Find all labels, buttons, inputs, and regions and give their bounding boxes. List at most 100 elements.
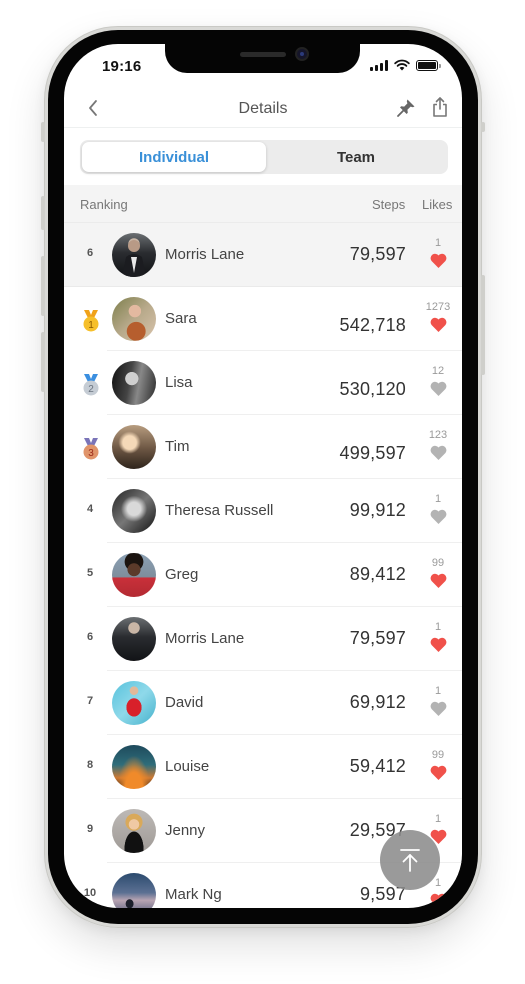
my-ranking-row[interactable]: 6 Morris Lane 79,597 1: [64, 223, 462, 287]
side-button-mute: [41, 122, 45, 142]
status-time: 19:16: [102, 58, 142, 75]
side-button-power: [481, 122, 485, 132]
status-icons: [370, 59, 441, 71]
rank-number: 8: [86, 759, 94, 771]
step-count: 499,597: [339, 443, 406, 463]
like-button[interactable]: 1: [424, 685, 452, 716]
leaderboard-row[interactable]: 3 Tim 499,597 123: [64, 415, 462, 479]
rank-number: 7: [86, 695, 94, 707]
step-count: 530,120: [339, 379, 406, 399]
avatar[interactable]: [112, 617, 156, 661]
side-button-volume-down-2: [41, 332, 45, 392]
heart-icon: [430, 317, 446, 332]
step-count: 542,718: [339, 315, 406, 335]
leaderboard-row[interactable]: 5 Greg 89,412 99: [64, 543, 462, 607]
share-icon[interactable]: [430, 96, 450, 118]
leaderboard-row[interactable]: 8 Louise 59,412 99: [64, 735, 462, 799]
leaderboard-row[interactable]: 1 Sara 542,718 1273: [64, 287, 462, 351]
side-button-power-main: [481, 275, 485, 375]
wifi-icon: [394, 59, 410, 71]
heart-icon: [430, 445, 446, 460]
heart-icon: [430, 381, 446, 396]
step-count: 69,912: [349, 692, 406, 712]
avatar[interactable]: [112, 233, 156, 277]
like-button[interactable]: 1: [424, 493, 452, 524]
like-count: 1: [434, 685, 442, 697]
like-count: 12: [431, 365, 445, 377]
user-name: Theresa Russell: [165, 502, 274, 519]
user-name: Morris Lane: [165, 630, 245, 647]
heart-icon: [430, 637, 446, 652]
rank-number: 6: [86, 631, 94, 643]
scroll-to-top-button[interactable]: [380, 830, 440, 890]
like-count: 99: [431, 749, 445, 761]
like-button[interactable]: 1273: [424, 301, 452, 332]
like-button[interactable]: 12: [424, 365, 452, 396]
heart-icon: [430, 253, 446, 268]
notch: [165, 44, 360, 73]
like-button[interactable]: 1: [424, 621, 452, 652]
battery-icon: [416, 59, 441, 71]
user-name: David: [165, 694, 204, 711]
screen: 19:16 Details Individual Team Ranking St…: [64, 44, 462, 908]
camera: [295, 47, 309, 61]
step-count: 79,597: [349, 244, 406, 264]
heart-icon: [430, 765, 446, 780]
step-count: 89,412: [349, 564, 406, 584]
heart-icon: [430, 893, 446, 908]
tab-individual[interactable]: Individual: [82, 142, 266, 172]
rank-number: 6: [86, 247, 94, 259]
like-count: 123: [428, 429, 448, 441]
rank-number: 4: [86, 503, 94, 515]
speaker: [240, 52, 286, 57]
avatar[interactable]: [112, 553, 156, 597]
pin-icon[interactable]: [395, 97, 417, 119]
header-steps: Steps: [372, 197, 406, 212]
leaderboard-row[interactable]: 7 David 69,912 1: [64, 671, 462, 735]
rank-number: 10: [83, 887, 97, 899]
step-count: 59,412: [349, 756, 406, 776]
nav-bar: Details: [64, 90, 462, 128]
avatar[interactable]: [112, 425, 156, 469]
heart-icon: [430, 701, 446, 716]
like-count: 99: [431, 557, 445, 569]
rank-number: 5: [86, 567, 94, 579]
avatar[interactable]: [112, 297, 156, 341]
side-button-volume-down: [41, 256, 45, 316]
list-header: Ranking Steps Likes: [64, 185, 462, 223]
side-button-volume-up: [41, 196, 45, 230]
like-button[interactable]: 99: [424, 557, 452, 588]
gold-medal-icon: 1: [83, 310, 99, 332]
svg-text:3: 3: [88, 448, 94, 459]
user-name: Sara: [165, 310, 197, 327]
svg-text:1: 1: [88, 320, 94, 331]
like-count: 1: [434, 621, 442, 633]
step-count: 99,912: [349, 500, 406, 520]
segmented-control: Individual Team: [80, 140, 448, 174]
like-button[interactable]: 99: [424, 749, 452, 780]
like-button[interactable]: 1: [424, 237, 452, 268]
tab-team[interactable]: Team: [266, 142, 446, 172]
svg-text:2: 2: [88, 384, 94, 395]
avatar[interactable]: [112, 361, 156, 405]
step-count: 79,597: [349, 628, 406, 648]
user-name: Mark Ng: [165, 886, 222, 903]
user-name: Greg: [165, 566, 199, 583]
like-button[interactable]: 123: [424, 429, 452, 460]
leaderboard-row[interactable]: 6 Morris Lane 79,597 1: [64, 607, 462, 671]
like-count: 1: [434, 493, 442, 505]
user-name: Tim: [165, 438, 190, 455]
like-count: 1: [434, 237, 442, 249]
user-name: Jenny: [165, 822, 206, 839]
user-name: Louise: [165, 758, 210, 775]
leaderboard-row[interactable]: 2 Lisa 530,120 12: [64, 351, 462, 415]
user-name: Morris Lane: [165, 246, 245, 263]
avatar[interactable]: [112, 745, 156, 789]
avatar[interactable]: [112, 489, 156, 533]
avatar[interactable]: [112, 809, 156, 853]
avatar[interactable]: [112, 681, 156, 725]
like-count: 1: [434, 813, 442, 825]
avatar[interactable]: [112, 873, 156, 908]
silver-medal-icon: 2: [83, 374, 99, 396]
leaderboard-row[interactable]: 4 Theresa Russell 99,912 1: [64, 479, 462, 543]
